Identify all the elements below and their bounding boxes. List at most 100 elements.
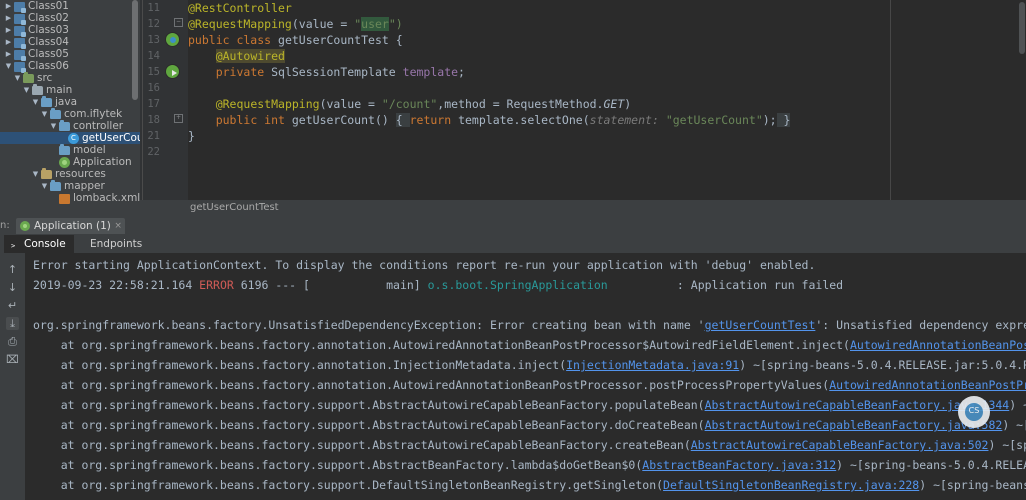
chevron-down-icon[interactable]: ▼ — [31, 96, 40, 108]
tree-item-class03[interactable]: ▶ Class03 — [0, 24, 140, 37]
chevron-right-icon[interactable]: ▶ — [4, 12, 13, 24]
editor-gutter[interactable]: 11 12 13 14 15 16 17 18 21 22 − + — [140, 0, 188, 200]
tab-console[interactable]: Console — [4, 235, 74, 253]
xml-file-icon — [59, 193, 70, 204]
tree-item-class04[interactable]: ▶ Class04 — [0, 36, 140, 49]
tree-item-class02[interactable]: ▶ Class02 — [0, 12, 140, 25]
chevron-down-icon[interactable]: ▼ — [22, 84, 31, 96]
gutter-divider — [142, 0, 143, 200]
line-number: 17 — [147, 98, 160, 110]
scroll-up-button[interactable]: ↑ — [6, 263, 19, 276]
editor-breadcrumb-bar: getUserCountTest — [140, 200, 1026, 217]
chevron-down-icon[interactable]: ▼ — [40, 108, 49, 120]
tree-item-controller[interactable]: ▼ controller — [0, 120, 140, 132]
tree-item-label: Class03 — [28, 24, 69, 36]
console-output[interactable]: Error starting ApplicationContext. To di… — [25, 253, 1026, 500]
console-line: at org.springframework.beans.factory.sup… — [33, 478, 1026, 492]
code-line[interactable]: public int getUserCount() { return templ… — [188, 112, 791, 128]
tree-item-class01[interactable]: ▶ Class01 — [0, 0, 140, 13]
tree-item-getusercounttest[interactable]: CgetUserCountTest — [0, 132, 140, 144]
tree-item-java[interactable]: ▼ java — [0, 96, 140, 108]
tab-endpoints-label: Endpoints — [90, 238, 143, 250]
chevron-right-icon[interactable]: ▶ — [4, 24, 13, 36]
stacktrace-link[interactable]: AutowiredAnnotationBeanPostProcessor.jav… — [850, 338, 1026, 352]
stacktrace-link[interactable]: AbstractAutowireCapableBeanFactory.java:… — [691, 438, 989, 452]
code-line[interactable]: } — [188, 128, 195, 144]
soft-wrap-button[interactable]: ↵ — [6, 299, 19, 312]
print-button[interactable]: ⎙ — [6, 335, 19, 348]
run-tab-application[interactable]: Application (1) × — [16, 218, 125, 234]
console-line: at org.springframework.beans.factory.ann… — [33, 335, 1026, 355]
breadcrumb[interactable]: getUserCountTest — [190, 202, 279, 213]
tree-item-label: Class02 — [28, 12, 69, 24]
editor-scrollbar[interactable] — [1018, 0, 1026, 200]
stacktrace-link[interactable]: AbstractAutowireCapableBeanFactory.java:… — [705, 418, 1003, 432]
project-tree[interactable]: ▶ Class01 ▶ Class02 ▶ Class03 ▶ Class04 ▶ Class05… — [0, 0, 140, 217]
stacktrace-link[interactable]: AbstractBeanFactory.java:312 — [642, 458, 836, 472]
stacktrace-link[interactable]: InjectionMetadata.java:91 — [566, 358, 739, 372]
console-line: at org.springframework.beans.factory.sup… — [33, 418, 1026, 432]
chevron-right-icon[interactable]: ▶ — [4, 36, 13, 48]
scroll-to-end-button[interactable]: ⤓ — [6, 317, 19, 330]
tree-item-label: com.iflytek — [64, 108, 123, 120]
line-number: 15 — [147, 66, 160, 78]
module-icon — [14, 25, 26, 37]
fold-region-icon[interactable]: + — [174, 114, 183, 123]
run-class-icon[interactable] — [166, 33, 180, 47]
tree-item-src[interactable]: ▼ src — [0, 72, 140, 84]
project-tree-scrollbar[interactable] — [132, 0, 138, 100]
stacktrace-link[interactable]: AutowiredAnnotationBeanPostProcessor.jav… — [829, 378, 1026, 392]
console-toolbar[interactable]: ↑ ↓ ↵ ⤓ ⎙ ⌧ — [0, 253, 25, 500]
console-line: at org.springframework.beans.factory.sup… — [33, 458, 1026, 472]
tree-item-main[interactable]: ▼ main — [0, 84, 140, 96]
chevron-down-icon[interactable]: ▼ — [4, 60, 13, 72]
tree-item-class05[interactable]: ▶ Class05 — [0, 48, 140, 61]
tab-endpoints[interactable]: Endpoints — [70, 235, 150, 264]
code-text[interactable]: @RestController @RequestMapping(value = "… — [188, 0, 1026, 200]
fold-region-icon[interactable]: − — [174, 18, 183, 27]
console-icon — [10, 239, 20, 249]
idea-window: ▶ Class01 ▶ Class02 ▶ Class03 ▶ Class04 ▶ Class05… — [0, 0, 1026, 500]
package-icon — [50, 180, 61, 192]
code-line[interactable]: @Autowired — [188, 48, 285, 64]
run-method-icon[interactable] — [166, 65, 180, 79]
console-line: at org.springframework.beans.factory.ann… — [33, 375, 1026, 395]
run-tool-window: n: Application (1) × Console Endpoints ↑… — [0, 217, 1026, 500]
module-icon — [14, 61, 26, 73]
tree-item-com-iflytek[interactable]: ▼ com.iflytek — [0, 108, 140, 120]
code-line[interactable]: public class getUserCountTest { — [188, 32, 403, 48]
code-line[interactable]: @RequestMapping(value = "user") — [188, 16, 403, 32]
tree-item-label: lomback.xml — [73, 192, 140, 204]
line-number: 21 — [147, 130, 160, 142]
console-line: 2019-09-23 22:58:21.164 ERROR 6196 --- [… — [33, 278, 844, 292]
code-line[interactable]: @RestController — [188, 0, 292, 16]
chevron-down-icon[interactable]: ▼ — [13, 72, 22, 84]
console-line: at org.springframework.beans.factory.ann… — [33, 358, 1026, 372]
chevron-right-icon[interactable]: ▶ — [4, 0, 13, 12]
code-editor[interactable]: 11 12 13 14 15 16 17 18 21 22 − + @RestController… — [140, 0, 1026, 217]
tree-item-lomback-xml[interactable]: lomback.xml — [0, 192, 140, 204]
watermark-badge — [958, 396, 990, 428]
tree-item-mapper[interactable]: ▼ mapper — [0, 180, 140, 192]
code-line[interactable]: @RequestMapping(value = "/count",method … — [188, 96, 632, 112]
spring-boot-icon — [59, 157, 70, 168]
chevron-down-icon[interactable]: ▼ — [49, 120, 58, 132]
tree-item-label: Application — [73, 156, 132, 168]
code-line[interactable]: private SqlSessionTemplate template; — [188, 64, 465, 80]
chevron-right-icon[interactable]: ▶ — [4, 48, 13, 60]
tree-item-model[interactable]: model — [0, 144, 140, 156]
tree-item-application[interactable]: Application — [0, 156, 140, 168]
clear-all-button[interactable]: ⌧ — [6, 353, 19, 366]
tree-item-label: Class05 — [28, 48, 69, 60]
chevron-down-icon[interactable]: ▼ — [31, 168, 40, 180]
line-number: 12 — [147, 18, 160, 30]
close-icon[interactable]: × — [114, 218, 122, 234]
scroll-down-button[interactable]: ↓ — [6, 281, 19, 294]
chevron-down-icon[interactable]: ▼ — [40, 180, 49, 192]
tree-item-label: src — [37, 72, 53, 84]
line-number: 14 — [147, 50, 160, 62]
tree-item-class06[interactable]: ▼ Class06 — [0, 60, 140, 73]
tree-item-resources[interactable]: ▼ resources — [0, 168, 140, 180]
stacktrace-link[interactable]: getUserCountTest — [705, 318, 816, 332]
stacktrace-link[interactable]: DefaultSingletonBeanRegistry.java:228 — [663, 478, 919, 492]
